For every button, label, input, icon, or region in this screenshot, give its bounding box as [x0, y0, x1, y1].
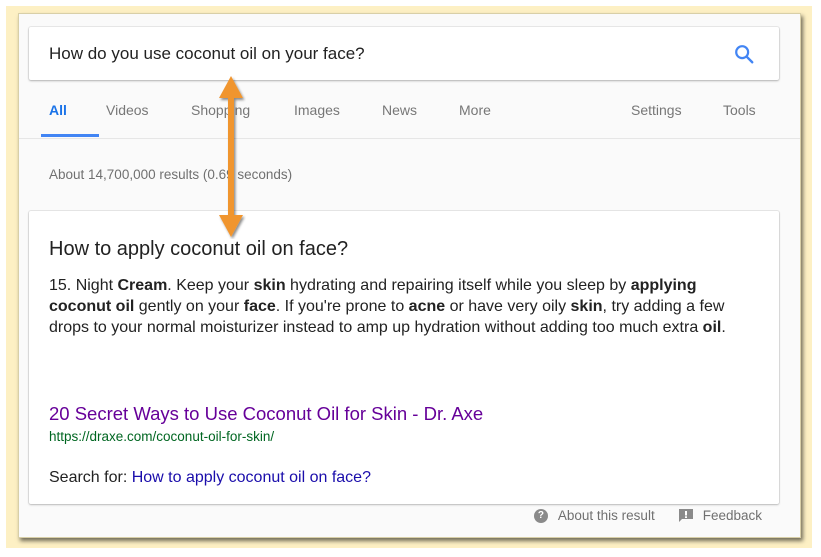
answer-text: 15. Night — [49, 277, 118, 294]
featured-snippet: How to apply coconut oil on face? 15. Ni… — [29, 211, 779, 504]
answer-text: . If you're prone to — [275, 298, 409, 315]
search-input[interactable]: How do you use coconut oil on your face? — [49, 44, 365, 64]
answer-text: gently on your — [134, 298, 244, 315]
result-stats: About 14,700,000 results (0.69 seconds) — [49, 167, 293, 182]
active-tab-indicator — [41, 134, 99, 137]
snippet-answer: 15. Night Cream. Keep your skin hydratin… — [49, 275, 749, 338]
about-label: About this result — [557, 508, 655, 523]
answer-highlight: skin — [253, 277, 286, 294]
search-for-link[interactable]: How to apply coconut oil on face? — [132, 469, 371, 486]
answer-text: . — [721, 319, 726, 336]
answer-text: hydrating and repairing itself while you… — [285, 277, 631, 294]
answer-text: or have very oily — [445, 298, 571, 315]
answer-highlight: acne — [408, 298, 446, 315]
double-arrow-annotation — [219, 76, 243, 237]
feedback-icon — [678, 509, 693, 522]
result-title-link[interactable]: 20 Secret Ways to Use Coconut Oil for Sk… — [49, 403, 483, 425]
help-icon: ? — [533, 508, 548, 523]
tab-all[interactable]: All — [49, 102, 67, 118]
answer-highlight: oil — [702, 319, 722, 336]
search-results-page: How do you use coconut oil on your face?… — [18, 13, 801, 538]
search-for-label: Search for: — [49, 469, 132, 486]
answer-highlight: skin — [570, 298, 603, 315]
tab-tools[interactable]: Tools — [723, 102, 756, 118]
screenshot-frame: How do you use coconut oil on your face?… — [6, 6, 812, 548]
snippet-footer: ? About this result Feedback — [533, 508, 762, 523]
answer-highlight: face — [243, 298, 276, 315]
tab-news[interactable]: News — [382, 102, 417, 118]
tab-settings[interactable]: Settings — [631, 102, 682, 118]
search-icon[interactable] — [733, 43, 755, 65]
answer-text: . Keep your — [167, 277, 254, 294]
feedback-link[interactable]: Feedback — [678, 508, 762, 523]
tab-videos[interactable]: Videos — [106, 102, 149, 118]
tab-more[interactable]: More — [459, 102, 491, 118]
search-tabs: All Videos Shopping Images News More Set… — [19, 94, 800, 139]
feedback-label: Feedback — [702, 508, 762, 523]
tab-images[interactable]: Images — [294, 102, 340, 118]
snippet-question: How to apply coconut oil on face? — [49, 238, 349, 260]
answer-highlight: Cream — [117, 277, 168, 294]
search-for-line: Search for: How to apply coconut oil on … — [49, 469, 371, 487]
result-url[interactable]: https://draxe.com/coconut-oil-for-skin/ — [49, 429, 274, 444]
about-this-result-link[interactable]: ? About this result — [533, 508, 655, 523]
search-box[interactable]: How do you use coconut oil on your face? — [29, 27, 779, 80]
